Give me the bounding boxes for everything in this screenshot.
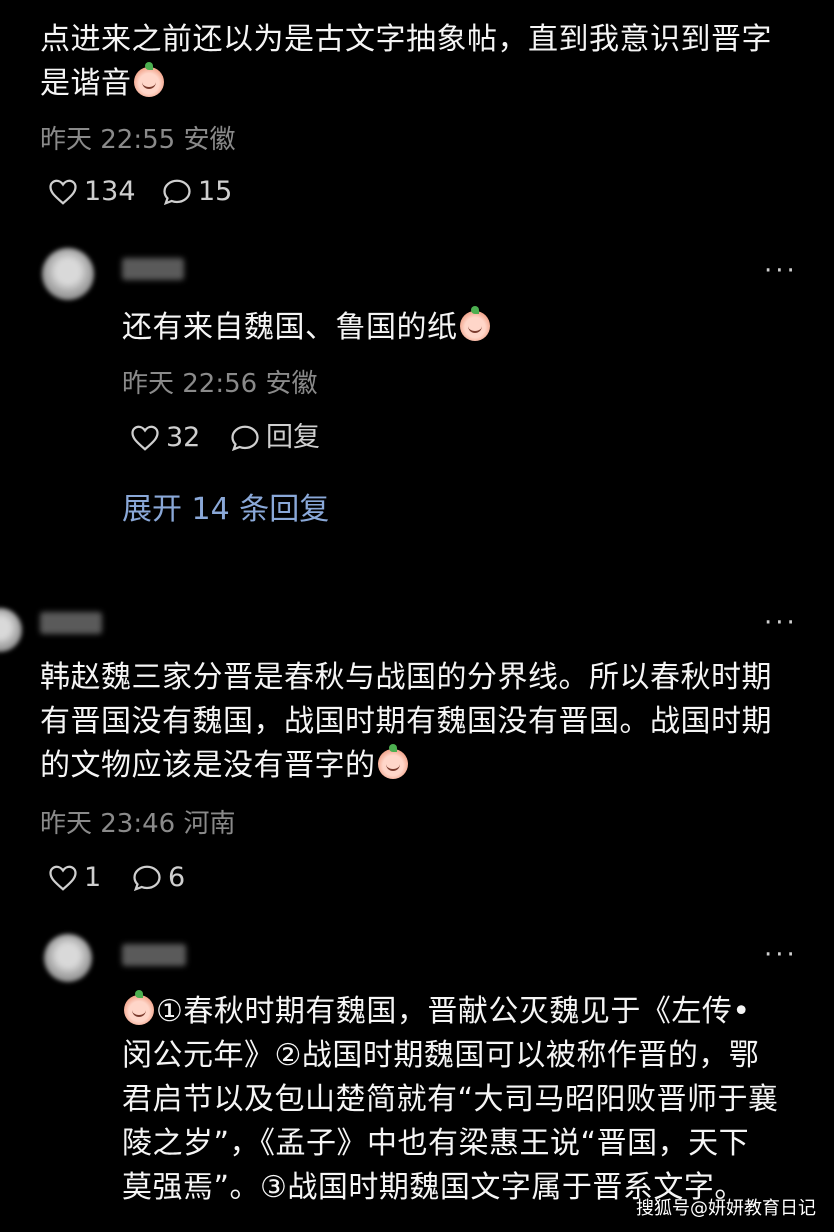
reply1-text-wrap: 还有来自魏国、鲁国的纸: [122, 306, 490, 350]
comment2-text: 韩赵魏三家分晋是春秋与战国的分界线。所以春秋时期 有晋国没有魏国，战国时期有魏国…: [40, 656, 772, 788]
comment1-text: 点进来之前还以为是古文字抽象帖，直到我意识到晋字 是谐音: [40, 18, 772, 106]
reply1-like-count: 32: [166, 422, 201, 453]
reply2-text: ①春秋时期有魏国，晋献公灭魏见于《左传• 闵公元年》②战国时期魏国可以被称作晋的…: [122, 990, 779, 1210]
comment1-like-button[interactable]: 134: [48, 176, 136, 208]
reply2-text-line3: 君启节以及包山楚简就有“大司马昭阳败晋师于襄: [122, 1082, 779, 1117]
comment2-text-line2: 有晋国没有魏国，战国时期有魏国没有晋国。战国时期: [40, 704, 772, 739]
comment2-meta: 昨天 23:46 河南: [40, 809, 236, 839]
reply1-avatar[interactable]: [42, 248, 94, 300]
comment1-text-line1: 点进来之前还以为是古文字抽象帖，直到我意识到晋字: [40, 22, 772, 57]
comment2-like-button[interactable]: 1: [48, 862, 101, 894]
sad-peach-emoji-icon: [124, 990, 154, 1025]
peach-emoji-icon: [133, 62, 164, 97]
reply1-reply-label: 回复: [266, 422, 320, 453]
heart-icon: [131, 425, 159, 451]
comment2-reply-count: 6: [168, 862, 186, 893]
comment2-text-line3: 的文物应该是没有晋字的: [40, 748, 376, 783]
reply1-text: 还有来自魏国、鲁国的纸: [122, 310, 458, 345]
reply1-username[interactable]: [122, 258, 184, 280]
crying-peach-emoji-icon: [459, 306, 490, 341]
comment2-more-button[interactable]: ···: [764, 608, 798, 638]
comment2-text-line1: 韩赵魏三家分晋是春秋与战国的分界线。所以春秋时期: [40, 660, 772, 695]
expand-replies-link[interactable]: 展开 14 条回复: [122, 490, 329, 530]
comment-bubble-icon: [231, 425, 259, 452]
comment1-reply-count: 15: [198, 176, 233, 207]
reply2-text-line4: 陵之岁”，《孟子》中也有梁惠王说“晋国，天下: [122, 1126, 750, 1161]
comment2-reply-button[interactable]: 6: [132, 862, 185, 894]
comment-bubble-icon: [163, 179, 191, 206]
reply1-like-button[interactable]: 32: [130, 422, 200, 454]
comment2-avatar[interactable]: [0, 608, 22, 652]
comment1-reply-button[interactable]: 15: [162, 176, 232, 208]
reply2-more-button[interactable]: ···: [764, 940, 798, 970]
comment1-text-line2-wrap: 是谐音: [40, 62, 772, 106]
reply2-username[interactable]: [122, 944, 186, 966]
comment1-meta: 昨天 22:55 安徽: [40, 125, 236, 155]
reply2-text-line1: ①春秋时期有魏国，晋献公灭魏见于《左传•: [156, 994, 751, 1029]
comment2-like-count: 1: [84, 862, 102, 893]
reply2-avatar[interactable]: [44, 934, 92, 982]
comment2-username[interactable]: [40, 612, 102, 634]
heart-icon: [49, 179, 77, 205]
comment1-text-line2: 是谐音: [40, 66, 132, 101]
reply1-reply-button[interactable]: 回复: [230, 422, 320, 454]
watermark: 搜狐号@妍妍教育日记: [636, 1198, 816, 1219]
reply2-text-line2: 闵公元年》②战国时期魏国可以被称作晋的，鄂: [122, 1038, 760, 1073]
comment-bubble-icon: [133, 865, 161, 892]
reply1-more-button[interactable]: ···: [764, 256, 798, 286]
peach-emoji-icon: [377, 744, 408, 779]
comment1-like-count: 134: [84, 176, 136, 207]
heart-icon: [49, 865, 77, 891]
reply1-meta: 昨天 22:56 安徽: [122, 369, 318, 399]
comment2-text-line3-wrap: 的文物应该是没有晋字的: [40, 744, 772, 788]
reply2-text-line1-wrap: ①春秋时期有魏国，晋献公灭魏见于《左传•: [122, 990, 779, 1034]
